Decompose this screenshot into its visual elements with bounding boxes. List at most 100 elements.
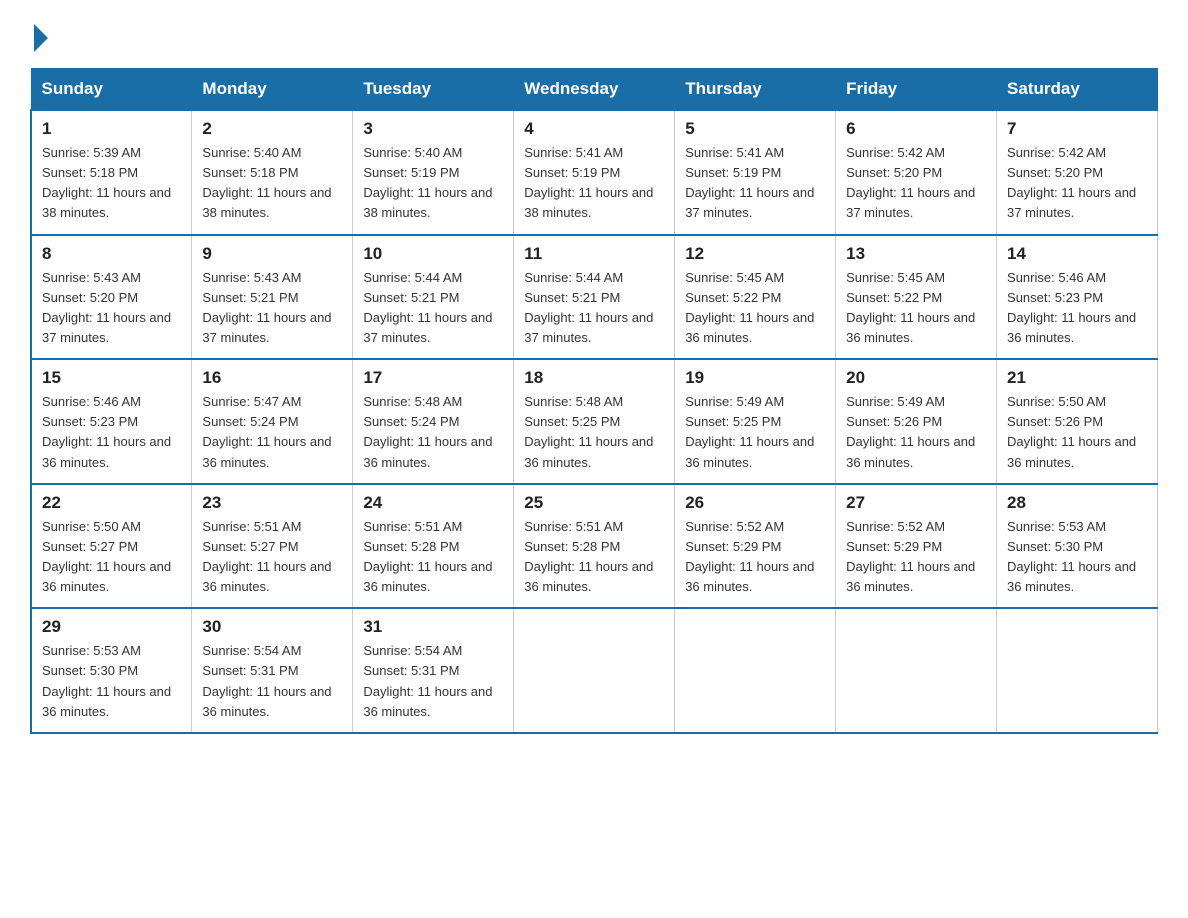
sunrise-label: Sunrise: 5:40 AM (363, 145, 462, 160)
header-wednesday: Wednesday (514, 69, 675, 111)
sunrise-label: Sunrise: 5:40 AM (202, 145, 301, 160)
calendar-cell: 23 Sunrise: 5:51 AM Sunset: 5:27 PM Dayl… (192, 484, 353, 609)
calendar-cell: 28 Sunrise: 5:53 AM Sunset: 5:30 PM Dayl… (997, 484, 1158, 609)
day-number: 3 (363, 119, 503, 139)
daylight-label: Daylight: 11 hours and 36 minutes. (363, 684, 492, 719)
day-number: 2 (202, 119, 342, 139)
sunset-label: Sunset: 5:27 PM (42, 539, 138, 554)
calendar-cell: 16 Sunrise: 5:47 AM Sunset: 5:24 PM Dayl… (192, 359, 353, 484)
day-info: Sunrise: 5:45 AM Sunset: 5:22 PM Dayligh… (685, 268, 825, 349)
calendar-cell: 13 Sunrise: 5:45 AM Sunset: 5:22 PM Dayl… (836, 235, 997, 360)
sunrise-label: Sunrise: 5:53 AM (42, 643, 141, 658)
calendar-header-row: SundayMondayTuesdayWednesdayThursdayFrid… (31, 69, 1158, 111)
daylight-label: Daylight: 11 hours and 37 minutes. (685, 185, 814, 220)
sunset-label: Sunset: 5:28 PM (524, 539, 620, 554)
daylight-label: Daylight: 11 hours and 38 minutes. (42, 185, 171, 220)
calendar-cell: 18 Sunrise: 5:48 AM Sunset: 5:25 PM Dayl… (514, 359, 675, 484)
sunset-label: Sunset: 5:21 PM (363, 290, 459, 305)
day-number: 21 (1007, 368, 1147, 388)
week-row-4: 22 Sunrise: 5:50 AM Sunset: 5:27 PM Dayl… (31, 484, 1158, 609)
daylight-label: Daylight: 11 hours and 36 minutes. (363, 434, 492, 469)
calendar-cell: 21 Sunrise: 5:50 AM Sunset: 5:26 PM Dayl… (997, 359, 1158, 484)
day-number: 31 (363, 617, 503, 637)
sunrise-label: Sunrise: 5:53 AM (1007, 519, 1106, 534)
sunset-label: Sunset: 5:19 PM (524, 165, 620, 180)
daylight-label: Daylight: 11 hours and 37 minutes. (1007, 185, 1136, 220)
sunrise-label: Sunrise: 5:46 AM (1007, 270, 1106, 285)
sunset-label: Sunset: 5:29 PM (685, 539, 781, 554)
daylight-label: Daylight: 11 hours and 37 minutes. (524, 310, 653, 345)
day-number: 25 (524, 493, 664, 513)
day-number: 7 (1007, 119, 1147, 139)
day-number: 11 (524, 244, 664, 264)
day-info: Sunrise: 5:50 AM Sunset: 5:27 PM Dayligh… (42, 517, 181, 598)
day-info: Sunrise: 5:40 AM Sunset: 5:18 PM Dayligh… (202, 143, 342, 224)
sunset-label: Sunset: 5:23 PM (1007, 290, 1103, 305)
sunset-label: Sunset: 5:31 PM (363, 663, 459, 678)
day-number: 16 (202, 368, 342, 388)
week-row-3: 15 Sunrise: 5:46 AM Sunset: 5:23 PM Dayl… (31, 359, 1158, 484)
daylight-label: Daylight: 11 hours and 36 minutes. (685, 434, 814, 469)
daylight-label: Daylight: 11 hours and 36 minutes. (202, 684, 331, 719)
daylight-label: Daylight: 11 hours and 36 minutes. (42, 434, 171, 469)
calendar-cell: 3 Sunrise: 5:40 AM Sunset: 5:19 PM Dayli… (353, 110, 514, 235)
day-number: 10 (363, 244, 503, 264)
day-info: Sunrise: 5:43 AM Sunset: 5:20 PM Dayligh… (42, 268, 181, 349)
header-sunday: Sunday (31, 69, 192, 111)
sunset-label: Sunset: 5:23 PM (42, 414, 138, 429)
day-number: 20 (846, 368, 986, 388)
calendar-cell (997, 608, 1158, 733)
day-info: Sunrise: 5:41 AM Sunset: 5:19 PM Dayligh… (524, 143, 664, 224)
day-info: Sunrise: 5:49 AM Sunset: 5:26 PM Dayligh… (846, 392, 986, 473)
sunset-label: Sunset: 5:19 PM (363, 165, 459, 180)
day-number: 27 (846, 493, 986, 513)
calendar-cell: 14 Sunrise: 5:46 AM Sunset: 5:23 PM Dayl… (997, 235, 1158, 360)
day-info: Sunrise: 5:54 AM Sunset: 5:31 PM Dayligh… (363, 641, 503, 722)
day-info: Sunrise: 5:51 AM Sunset: 5:28 PM Dayligh… (524, 517, 664, 598)
day-number: 19 (685, 368, 825, 388)
sunset-label: Sunset: 5:26 PM (1007, 414, 1103, 429)
daylight-label: Daylight: 11 hours and 37 minutes. (846, 185, 975, 220)
day-info: Sunrise: 5:51 AM Sunset: 5:28 PM Dayligh… (363, 517, 503, 598)
sunrise-label: Sunrise: 5:48 AM (524, 394, 623, 409)
sunrise-label: Sunrise: 5:41 AM (685, 145, 784, 160)
page-header (30, 20, 1158, 50)
daylight-label: Daylight: 11 hours and 36 minutes. (202, 559, 331, 594)
day-info: Sunrise: 5:45 AM Sunset: 5:22 PM Dayligh… (846, 268, 986, 349)
day-info: Sunrise: 5:49 AM Sunset: 5:25 PM Dayligh… (685, 392, 825, 473)
day-number: 8 (42, 244, 181, 264)
sunrise-label: Sunrise: 5:47 AM (202, 394, 301, 409)
calendar-cell: 7 Sunrise: 5:42 AM Sunset: 5:20 PM Dayli… (997, 110, 1158, 235)
day-number: 24 (363, 493, 503, 513)
day-info: Sunrise: 5:52 AM Sunset: 5:29 PM Dayligh… (846, 517, 986, 598)
daylight-label: Daylight: 11 hours and 38 minutes. (363, 185, 492, 220)
sunset-label: Sunset: 5:20 PM (1007, 165, 1103, 180)
sunrise-label: Sunrise: 5:44 AM (524, 270, 623, 285)
sunrise-label: Sunrise: 5:44 AM (363, 270, 462, 285)
sunrise-label: Sunrise: 5:46 AM (42, 394, 141, 409)
week-row-5: 29 Sunrise: 5:53 AM Sunset: 5:30 PM Dayl… (31, 608, 1158, 733)
daylight-label: Daylight: 11 hours and 36 minutes. (524, 559, 653, 594)
day-info: Sunrise: 5:44 AM Sunset: 5:21 PM Dayligh… (363, 268, 503, 349)
sunrise-label: Sunrise: 5:54 AM (363, 643, 462, 658)
calendar-cell: 27 Sunrise: 5:52 AM Sunset: 5:29 PM Dayl… (836, 484, 997, 609)
day-number: 1 (42, 119, 181, 139)
sunrise-label: Sunrise: 5:48 AM (363, 394, 462, 409)
sunset-label: Sunset: 5:24 PM (202, 414, 298, 429)
sunset-label: Sunset: 5:19 PM (685, 165, 781, 180)
calendar-cell: 19 Sunrise: 5:49 AM Sunset: 5:25 PM Dayl… (675, 359, 836, 484)
sunrise-label: Sunrise: 5:51 AM (202, 519, 301, 534)
header-friday: Friday (836, 69, 997, 111)
daylight-label: Daylight: 11 hours and 36 minutes. (42, 559, 171, 594)
day-number: 17 (363, 368, 503, 388)
day-number: 5 (685, 119, 825, 139)
sunset-label: Sunset: 5:30 PM (42, 663, 138, 678)
sunset-label: Sunset: 5:31 PM (202, 663, 298, 678)
daylight-label: Daylight: 11 hours and 36 minutes. (524, 434, 653, 469)
day-number: 29 (42, 617, 181, 637)
daylight-label: Daylight: 11 hours and 36 minutes. (846, 434, 975, 469)
sunset-label: Sunset: 5:22 PM (685, 290, 781, 305)
daylight-label: Daylight: 11 hours and 36 minutes. (846, 310, 975, 345)
logo-arrow-icon (34, 24, 48, 52)
daylight-label: Daylight: 11 hours and 36 minutes. (363, 559, 492, 594)
